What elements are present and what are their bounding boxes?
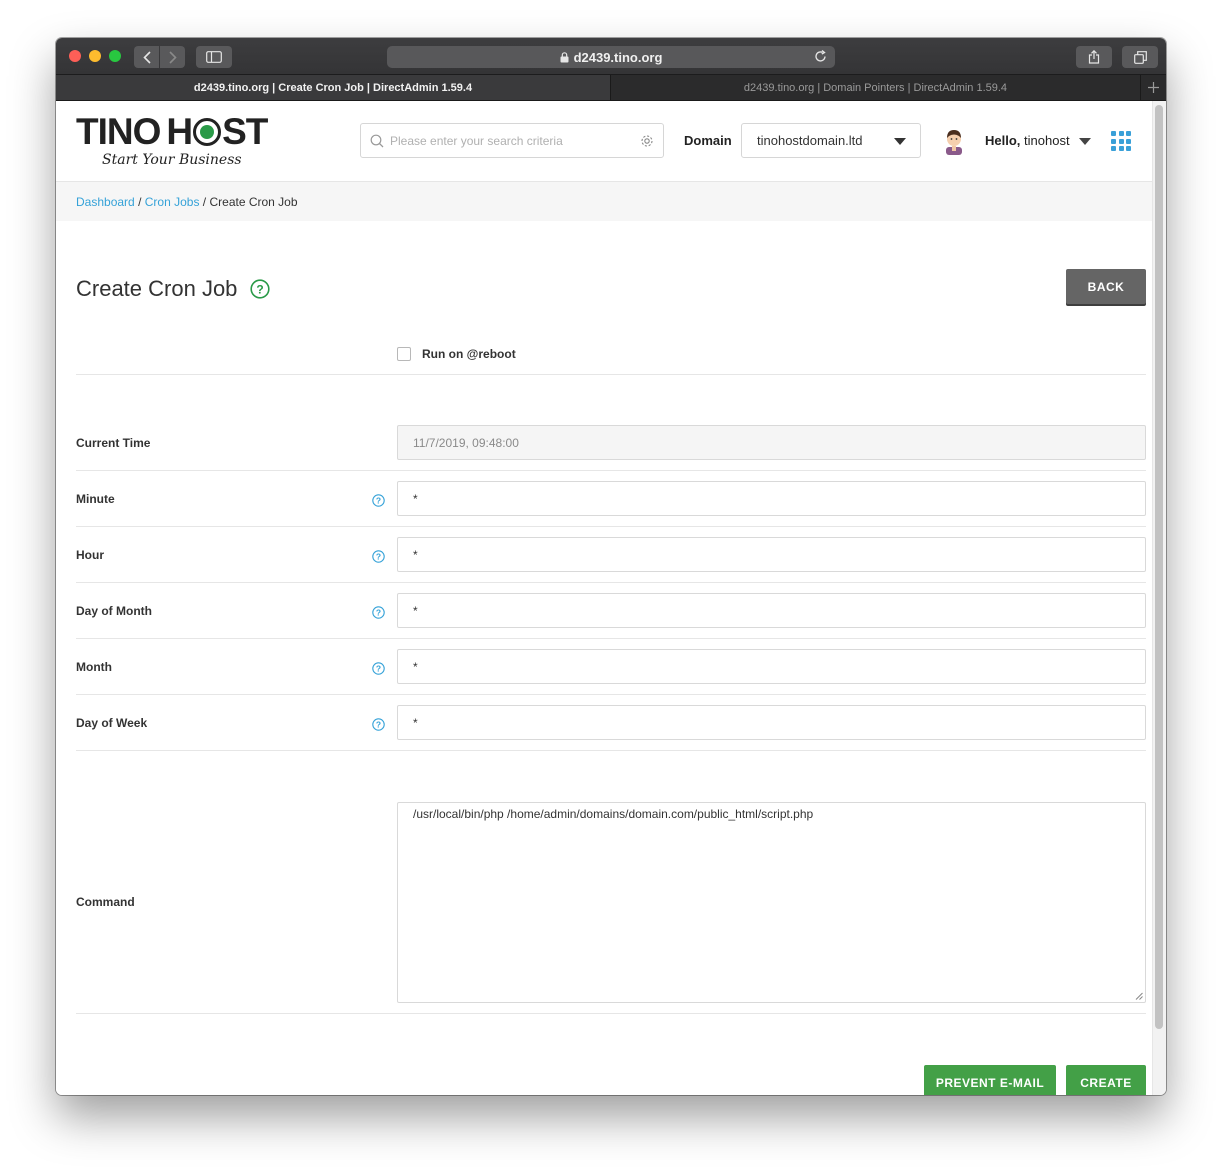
divider <box>76 750 1146 751</box>
month-label: Month <box>76 660 112 674</box>
sidebar-icon <box>206 51 222 63</box>
command-text: /usr/local/bin/php /home/admin/domains/d… <box>413 807 814 821</box>
sidebar-toggle-button[interactable] <box>196 46 232 68</box>
run-on-reboot-option[interactable]: Run on @reboot <box>397 347 516 361</box>
divider <box>76 582 1146 583</box>
page-content: TINOH ST Start Your Business Domain tinoh… <box>56 101 1152 1095</box>
logo-text-right: ST <box>222 111 268 152</box>
forward-nav-button[interactable] <box>160 46 185 68</box>
svg-text:?: ? <box>376 496 381 506</box>
gear-icon[interactable] <box>640 134 654 148</box>
back-button[interactable]: BACK <box>1066 269 1146 304</box>
breadcrumb-dashboard[interactable]: Dashboard <box>76 195 135 209</box>
minute-label: Minute <box>76 492 115 506</box>
scrollbar-thumb[interactable] <box>1155 105 1163 1029</box>
svg-text:?: ? <box>376 552 381 562</box>
apps-grid-icon[interactable] <box>1111 131 1131 151</box>
breadcrumb-separator: / <box>138 195 142 209</box>
lock-icon <box>560 51 569 63</box>
logo-tagline: Start Your Business <box>102 152 242 168</box>
user-greeting[interactable]: Hello, tinohost <box>985 133 1070 148</box>
show-tabs-button[interactable] <box>1122 46 1158 68</box>
chevron-down-icon <box>894 138 906 145</box>
browser-window: d2439.tino.org d2439.tino.org | Create C… <box>56 38 1166 1095</box>
share-icon <box>1088 50 1100 64</box>
chevron-right-icon <box>168 50 177 64</box>
share-button[interactable] <box>1076 46 1112 68</box>
day-of-week-help-icon[interactable]: ? <box>372 718 385 731</box>
search-input[interactable] <box>384 125 640 156</box>
page-title: Create Cron Job <box>76 276 238 301</box>
avatar[interactable] <box>940 127 968 155</box>
divider <box>76 470 1146 471</box>
logo[interactable]: TIN O H ST Start Your Business <box>76 111 268 168</box>
domain-select[interactable]: tinohostdomain.ltd <box>741 123 921 158</box>
day-of-week-label: Day of Week <box>76 716 148 730</box>
day-of-month-label: Day of Month <box>76 604 152 618</box>
logo-text-mid: H <box>166 111 193 152</box>
month-input[interactable]: * <box>397 649 1146 684</box>
minimize-window-button[interactable] <box>89 50 101 62</box>
divider <box>76 526 1146 527</box>
run-on-reboot-label: Run on @reboot <box>422 347 516 361</box>
hello-prefix: Hello, <box>985 133 1021 148</box>
back-nav-button[interactable] <box>134 46 159 68</box>
browser-titlebar: d2439.tino.org <box>56 38 1166 75</box>
svg-text:?: ? <box>376 720 381 730</box>
breadcrumb-cron-jobs[interactable]: Cron Jobs <box>145 195 200 209</box>
tabs-overview-icon <box>1133 50 1147 64</box>
logo-text-o: O <box>132 111 162 152</box>
day-of-month-help-icon[interactable]: ? <box>372 606 385 619</box>
username: tinohost <box>1024 133 1070 148</box>
day-of-month-input[interactable]: * <box>397 593 1146 628</box>
divider <box>76 374 1146 375</box>
create-button[interactable]: CREATE <box>1066 1065 1146 1095</box>
logo-text-left: TIN <box>76 111 134 152</box>
divider <box>76 1013 1146 1014</box>
help-circle-icon[interactable]: ? <box>250 279 270 299</box>
minute-help-icon[interactable]: ? <box>372 494 385 507</box>
hour-input[interactable]: * <box>397 537 1146 572</box>
hour-label: Hour <box>76 548 104 562</box>
close-window-button[interactable] <box>69 50 81 62</box>
logo-cloud-icon <box>193 118 222 146</box>
reload-icon[interactable] <box>814 49 827 66</box>
breadcrumb: Dashboard / Cron Jobs / Create Cron Job <box>76 195 298 209</box>
divider <box>76 638 1146 639</box>
divider <box>76 694 1146 695</box>
address-text: d2439.tino.org <box>573 49 663 65</box>
plus-icon <box>1148 82 1159 93</box>
prevent-email-button[interactable]: PREVENT E-MAIL <box>924 1065 1056 1095</box>
svg-text:?: ? <box>376 608 381 618</box>
current-time-field: 11/7/2019, 09:48:00 <box>397 425 1146 460</box>
day-of-week-input[interactable]: * <box>397 705 1146 740</box>
search-box <box>360 123 664 158</box>
zoom-window-button[interactable] <box>109 50 121 62</box>
domain-selected-value: tinohostdomain.ltd <box>757 133 863 148</box>
hour-help-icon[interactable]: ? <box>372 550 385 563</box>
svg-text:?: ? <box>376 664 381 674</box>
browser-tab-domain-pointers[interactable]: d2439.tino.org | Domain Pointers | Direc… <box>611 75 1141 100</box>
browser-tab-create-cron-job[interactable]: d2439.tino.org | Create Cron Job | Direc… <box>56 75 611 100</box>
minute-input[interactable]: * <box>397 481 1146 516</box>
breadcrumb-bar: Dashboard / Cron Jobs / Create Cron Job <box>56 181 1152 221</box>
svg-text:?: ? <box>256 283 263 297</box>
search-icon <box>370 134 384 148</box>
command-label: Command <box>76 895 135 909</box>
chevron-left-icon <box>142 50 151 64</box>
user-menu-chevron-down-icon[interactable] <box>1079 138 1091 145</box>
current-time-label: Current Time <box>76 436 151 450</box>
address-bar[interactable]: d2439.tino.org <box>387 46 835 68</box>
browser-tabbar: d2439.tino.org | Create Cron Job | Direc… <box>56 75 1166 101</box>
breadcrumb-current: Create Cron Job <box>209 195 298 209</box>
resize-handle-icon[interactable] <box>1135 992 1143 1000</box>
site-header: TINOH ST Start Your Business Domain tinoh… <box>56 101 1152 181</box>
domain-label: Domain <box>684 133 732 148</box>
new-tab-button[interactable] <box>1141 75 1166 100</box>
month-help-icon[interactable]: ? <box>372 662 385 675</box>
command-textarea[interactable]: /usr/local/bin/php /home/admin/domains/d… <box>397 802 1146 1003</box>
breadcrumb-separator: / <box>202 195 207 209</box>
run-on-reboot-checkbox[interactable] <box>397 347 411 361</box>
